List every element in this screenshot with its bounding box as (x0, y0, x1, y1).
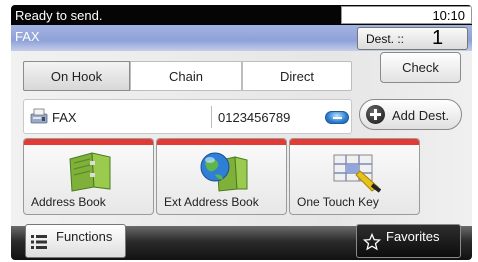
tile-stripe (157, 139, 286, 145)
destination-count-button[interactable]: Dest. :: 1 (357, 27, 468, 50)
check-button[interactable]: Check (380, 52, 461, 83)
keypad-icon (333, 117, 342, 119)
chain-button[interactable]: Chain (130, 61, 242, 91)
on-hook-label: On Hook (50, 68, 103, 84)
add-destination-button[interactable]: Add Dest. (359, 99, 462, 130)
chain-label: Chain (169, 68, 203, 84)
tile-stripe (290, 139, 419, 145)
address-book-icon (69, 152, 111, 192)
ext-address-book-icon (200, 152, 248, 192)
fax-screen: Ready to send. 10:10 FAX Dest. :: 1 On H… (11, 5, 472, 260)
destination-entry[interactable]: FAX 0123456789 (23, 99, 352, 134)
functions-label: Functions (56, 229, 113, 244)
one-touch-key-icon (333, 154, 382, 193)
list-icon (31, 235, 47, 249)
address-book-label: Address Book (31, 195, 106, 209)
address-book-button[interactable]: Address Book (23, 138, 154, 215)
dest-count: 1 (432, 27, 444, 49)
fax-icon (30, 108, 48, 124)
one-touch-key-label: One Touch Key (297, 195, 379, 209)
destination-divider (211, 106, 212, 128)
status-bar: Ready to send. 10:10 (11, 5, 472, 25)
functions-button[interactable]: Functions (25, 224, 126, 258)
destination-number: 0123456789 (218, 110, 291, 125)
add-destination-label: Add Dest. (392, 108, 450, 123)
star-icon (363, 233, 381, 251)
favorites-label: Favorites (386, 229, 440, 244)
one-touch-key-button[interactable]: One Touch Key (289, 138, 420, 215)
plus-icon (366, 105, 385, 124)
ext-address-book-button[interactable]: Ext Address Book (156, 138, 287, 215)
clock-box: 10:10 (341, 6, 472, 24)
tile-stripe (24, 139, 153, 145)
direct-label: Direct (280, 68, 314, 84)
keypad-button[interactable] (325, 111, 349, 124)
direct-button[interactable]: Direct (242, 61, 352, 91)
dest-label: Dest. :: (366, 32, 405, 46)
destination-type: FAX (52, 110, 77, 125)
clock: 10:10 (432, 8, 465, 23)
page-title: FAX (15, 29, 40, 44)
ext-address-book-label: Ext Address Book (164, 195, 259, 209)
favorites-button[interactable]: Favorites (356, 224, 461, 258)
status-message: Ready to send. (15, 8, 103, 23)
check-label: Check (402, 60, 439, 75)
on-hook-button[interactable]: On Hook (23, 61, 130, 91)
